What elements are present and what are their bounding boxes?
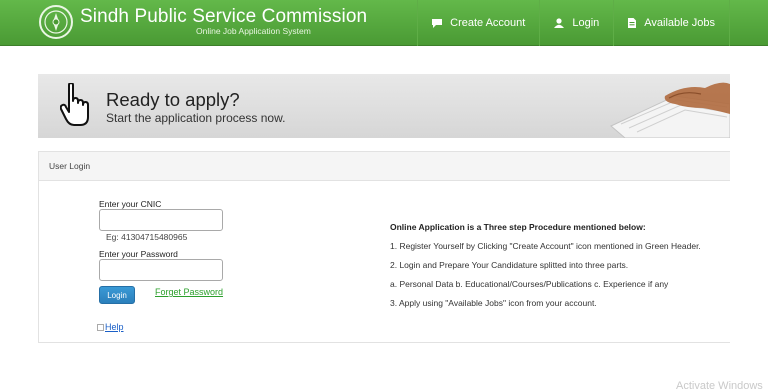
keyboard-hand-image bbox=[610, 82, 730, 138]
site-subtitle: Online Job Application System bbox=[196, 26, 311, 36]
banner-title: Ready to apply? bbox=[106, 89, 240, 110]
nav-create-account[interactable]: Create Account bbox=[417, 0, 539, 46]
broken-image-icon bbox=[97, 324, 104, 331]
procedure-step: 2. Login and Prepare Your Candidature sp… bbox=[390, 260, 629, 270]
header-bar: Sindh Public Service Commission Online J… bbox=[0, 0, 768, 46]
nav-available-jobs-label: Available Jobs bbox=[644, 17, 715, 29]
forget-password-link[interactable]: Forget Password bbox=[155, 287, 223, 297]
ready-to-apply-banner: Ready to apply? Start the application pr… bbox=[38, 74, 730, 138]
procedure-info: Online Application is a Three step Proce… bbox=[390, 222, 720, 317]
nav-create-account-label: Create Account bbox=[450, 17, 526, 29]
password-label: Enter your Password bbox=[99, 249, 178, 259]
psc-logo-emblem bbox=[39, 5, 73, 39]
nav-available-jobs[interactable]: Available Jobs bbox=[613, 0, 730, 46]
nav-login-label: Login bbox=[572, 17, 600, 29]
cnic-hint: Eg: 41304715480965 bbox=[106, 232, 188, 242]
document-icon bbox=[628, 18, 637, 28]
procedure-step: 3. Apply using "Available Jobs" icon fro… bbox=[390, 298, 597, 308]
site-title[interactable]: Sindh Public Service Commission bbox=[80, 6, 367, 28]
procedure-title: Online Application is a Three step Proce… bbox=[390, 222, 646, 232]
help-link-label: Help bbox=[105, 322, 124, 332]
header-nav: Create Account Login Available Jobs bbox=[417, 0, 730, 46]
pointing-hand-icon bbox=[60, 83, 89, 126]
procedure-step: a. Personal Data b. Educational/Courses/… bbox=[390, 279, 669, 289]
chat-icon bbox=[432, 18, 443, 28]
panel-title: User Login bbox=[39, 152, 730, 181]
login-button[interactable]: Login bbox=[99, 286, 135, 304]
nav-login[interactable]: Login bbox=[539, 0, 613, 46]
procedure-step: 1. Register Yourself by Clicking "Create… bbox=[390, 241, 701, 251]
user-icon bbox=[554, 18, 565, 28]
help-link[interactable]: Help bbox=[97, 322, 124, 332]
cnic-input[interactable] bbox=[99, 209, 223, 231]
activate-windows-watermark: Activate Windows bbox=[676, 380, 763, 392]
cnic-label: Enter your CNIC bbox=[99, 199, 162, 209]
password-input[interactable] bbox=[99, 259, 223, 281]
banner-subtitle: Start the application process now. bbox=[106, 111, 286, 125]
